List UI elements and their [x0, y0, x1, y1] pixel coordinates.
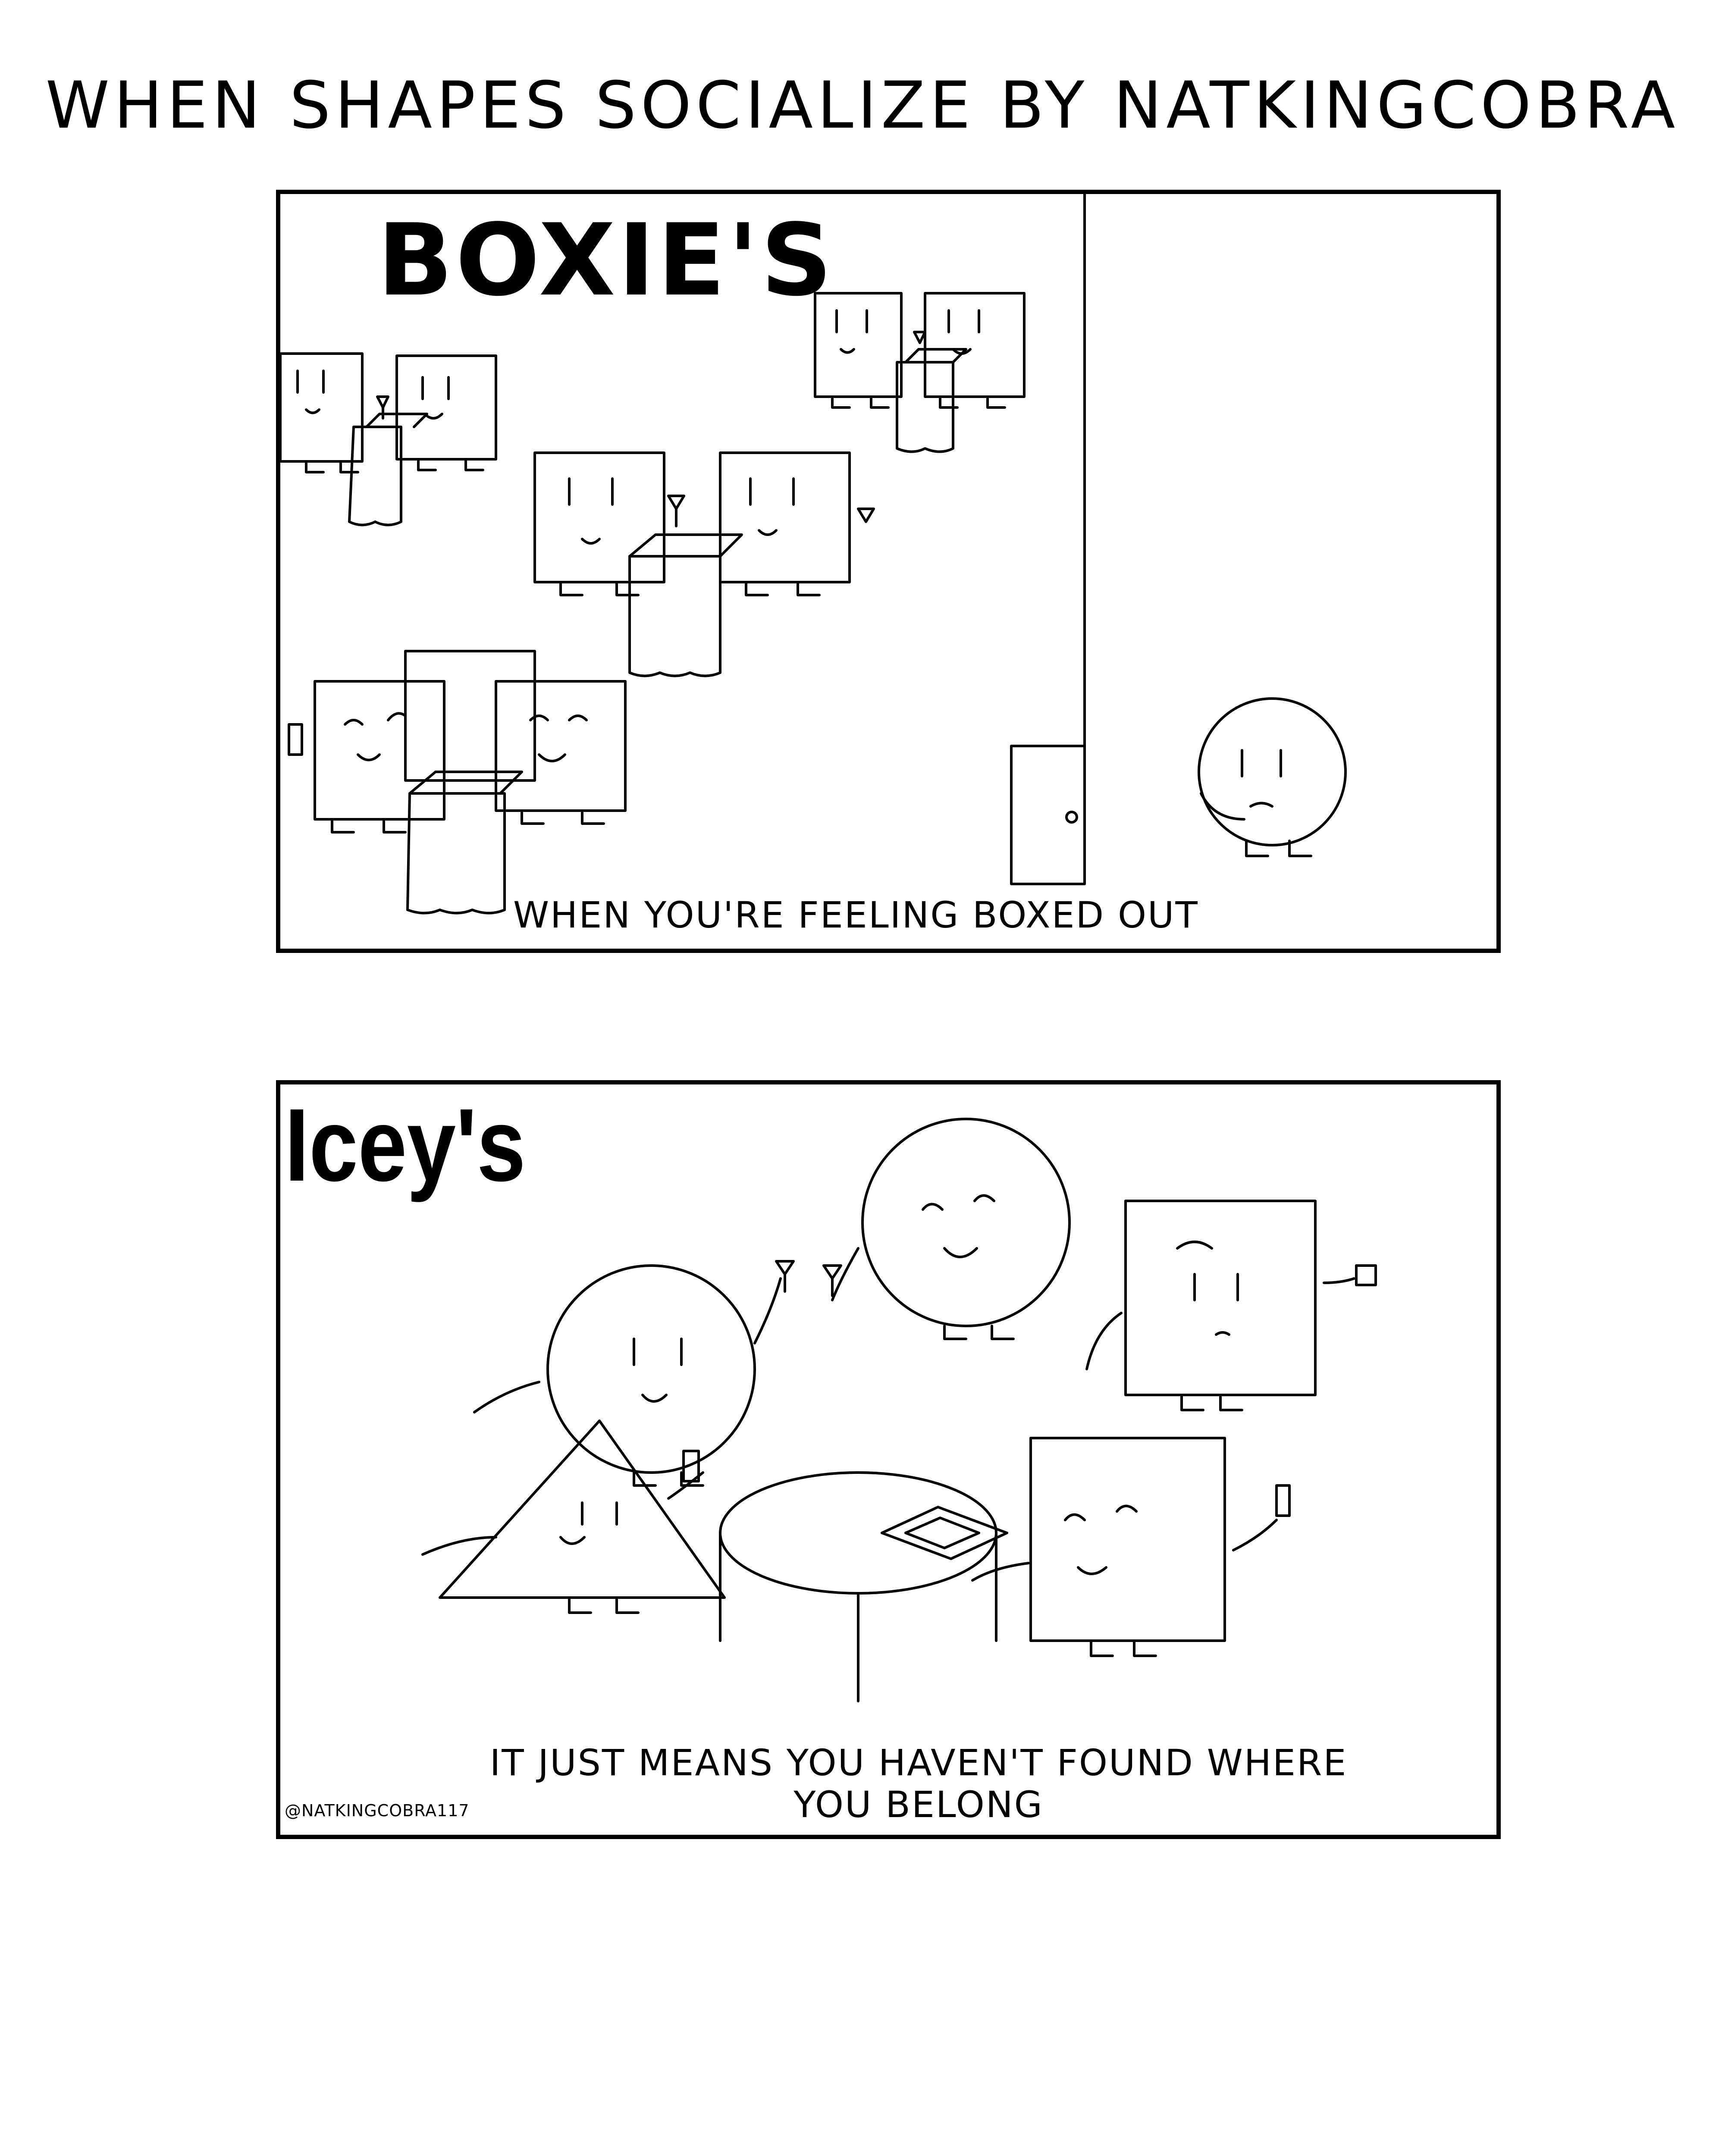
square-pair-middle	[533, 451, 875, 677]
panel-2-caption-line-2: YOU BELONG	[794, 1783, 1044, 1826]
square-character-right-top	[1085, 1200, 1377, 1411]
panel-iceys: Icey's IT JUST MEANS YOU HAVEN'T FOUND W…	[276, 1080, 1501, 1839]
lonely-circle	[1198, 697, 1347, 857]
circle-character-middle	[822, 1118, 1071, 1340]
circle-character-left	[473, 1260, 795, 1487]
panel-2-caption: IT JUST MEANS YOU HAVEN'T FOUND WHERE YO…	[423, 1742, 1414, 1825]
panel-1-caption: WHEN YOU'RE FEELING BOXED OUT	[513, 894, 1199, 936]
artist-handle: @NATKINGCOBRA117	[285, 1801, 470, 1820]
comic-title: WHEN SHAPES SOCIALIZE BY NATKINGCOBRA	[45, 68, 1680, 143]
panel-boxies: BOXIE'S WHEN YOU'RE FEELING BOXED OUT	[276, 190, 1501, 953]
triangle-character	[421, 1420, 726, 1614]
round-table	[719, 1471, 1008, 1702]
venue-sign-iceys: Icey's	[285, 1087, 526, 1203]
square-pair-top-left	[280, 352, 497, 526]
panel-2-caption-line-1: IT JUST MEANS YOU HAVEN'T FOUND WHERE	[489, 1742, 1348, 1784]
club-door	[1010, 745, 1086, 885]
square-group-bottom-left	[288, 650, 627, 915]
venue-sign-boxies: BOXIE'S	[377, 203, 835, 318]
square-pair-top-right	[814, 292, 1026, 453]
square-character-right-bottom	[971, 1437, 1291, 1657]
